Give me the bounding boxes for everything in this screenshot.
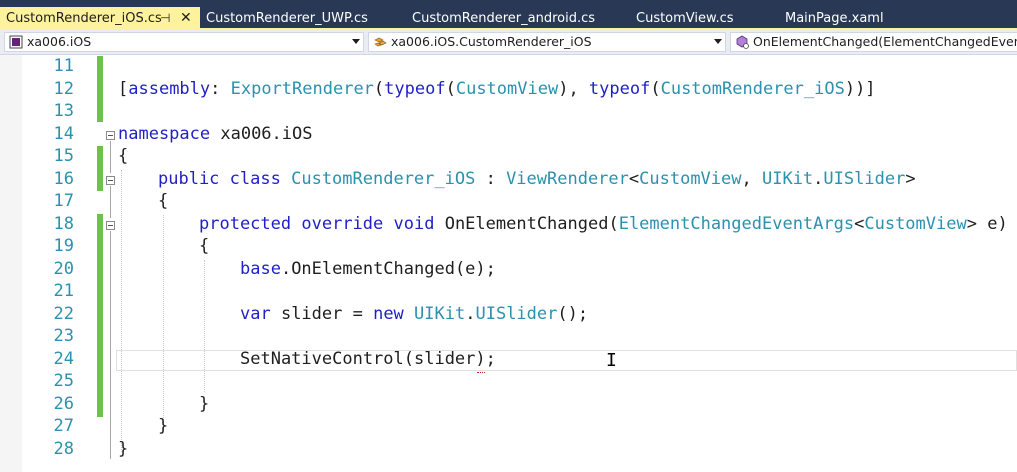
tab-label: MainPage.xaml xyxy=(785,11,884,26)
code-line-18: protected override void OnElementChanged… xyxy=(199,214,1008,234)
tab-label: CustomRenderer_android.cs xyxy=(412,11,596,26)
text-cursor-icon: I xyxy=(606,350,617,371)
code-line-20: base.OnElementChanged(e); xyxy=(240,259,496,279)
outline-line xyxy=(110,186,111,218)
error-squiggle xyxy=(477,369,485,373)
indent-guide xyxy=(163,215,164,430)
line-number: 16 xyxy=(53,169,74,189)
code-line-15: { xyxy=(118,146,129,166)
change-marker xyxy=(97,56,103,122)
tab-customrenderer-android[interactable]: CustomRenderer_android.cs xyxy=(406,7,616,30)
tab-label: CustomRenderer_UWP.cs xyxy=(206,11,368,26)
indent-guide xyxy=(204,260,205,392)
code-line-26: } xyxy=(199,394,210,414)
line-number: 18 xyxy=(53,214,74,234)
line-number: 21 xyxy=(53,281,74,301)
line-number: 25 xyxy=(53,371,74,391)
tab-label: CustomView.cs xyxy=(636,11,734,26)
line-number: 24 xyxy=(53,349,74,369)
close-icon[interactable]: ✕ xyxy=(180,7,192,30)
chevron-down-icon xyxy=(714,39,722,44)
line-number: 14 xyxy=(53,124,74,144)
csharp-project-icon xyxy=(9,35,23,49)
member-dropdown[interactable]: OnElementChanged(ElementChangedEventA xyxy=(730,32,1017,52)
line-number: 26 xyxy=(53,394,74,414)
code-line-28: } xyxy=(118,439,129,459)
outline-line xyxy=(110,231,111,459)
line-number: 23 xyxy=(53,326,74,346)
collapse-icon[interactable] xyxy=(106,176,115,185)
tab-customrenderer-ios[interactable]: CustomRenderer_iOS.cs ⊣ ✕ xyxy=(0,7,200,30)
project-dropdown[interactable]: xa006.iOS xyxy=(4,32,364,52)
code-line-16: public class CustomRenderer_iOS : ViewRe… xyxy=(158,169,916,189)
project-name: xa006.iOS xyxy=(27,34,92,49)
class-icon xyxy=(374,37,387,47)
tab-customrenderer-uwp[interactable]: CustomRenderer_UWP.cs xyxy=(200,7,390,30)
code-line-24: SetNativeControl(slider); xyxy=(240,349,496,369)
type-dropdown[interactable]: xa006.iOS.CustomRenderer_iOS xyxy=(368,32,726,52)
protected-method-icon xyxy=(736,35,749,49)
line-number: 11 xyxy=(53,56,74,76)
indent-guide xyxy=(121,170,122,452)
collapse-icon[interactable] xyxy=(106,221,115,230)
code-line-27: } xyxy=(158,416,169,436)
type-name: xa006.iOS.CustomRenderer_iOS xyxy=(391,34,592,49)
line-number: 28 xyxy=(53,439,74,459)
line-number: 13 xyxy=(53,101,74,121)
pin-icon[interactable]: ⊣ xyxy=(160,7,170,30)
line-number: 19 xyxy=(53,236,74,256)
tab-label: CustomRenderer_iOS.cs xyxy=(6,11,162,26)
member-name: OnElementChanged(ElementChangedEventA xyxy=(753,34,1017,49)
line-number: 12 xyxy=(53,79,74,99)
change-marker xyxy=(97,214,103,417)
change-marker xyxy=(97,146,103,191)
code-line-14: namespace xa006.iOS xyxy=(118,124,313,144)
editor-margin xyxy=(0,55,22,472)
line-number: 27 xyxy=(53,416,74,436)
collapse-icon[interactable] xyxy=(106,131,115,140)
code-line-17: { xyxy=(158,191,169,211)
line-number: 20 xyxy=(53,259,74,279)
line-number: 22 xyxy=(53,304,74,324)
outline-line xyxy=(110,141,111,173)
tab-mainpage[interactable]: MainPage.xaml xyxy=(779,7,929,30)
line-number: 17 xyxy=(53,191,74,211)
line-number: 15 xyxy=(53,146,74,166)
tab-customview[interactable]: CustomView.cs xyxy=(630,7,760,30)
code-line-22: var slider = new UIKit.UISlider(); xyxy=(240,304,589,324)
code-editor[interactable] xyxy=(0,55,1017,472)
code-line-19: { xyxy=(199,236,210,256)
code-line-12: [assembly: ExportRenderer(typeof(CustomV… xyxy=(118,79,876,99)
chevron-down-icon xyxy=(352,39,360,44)
